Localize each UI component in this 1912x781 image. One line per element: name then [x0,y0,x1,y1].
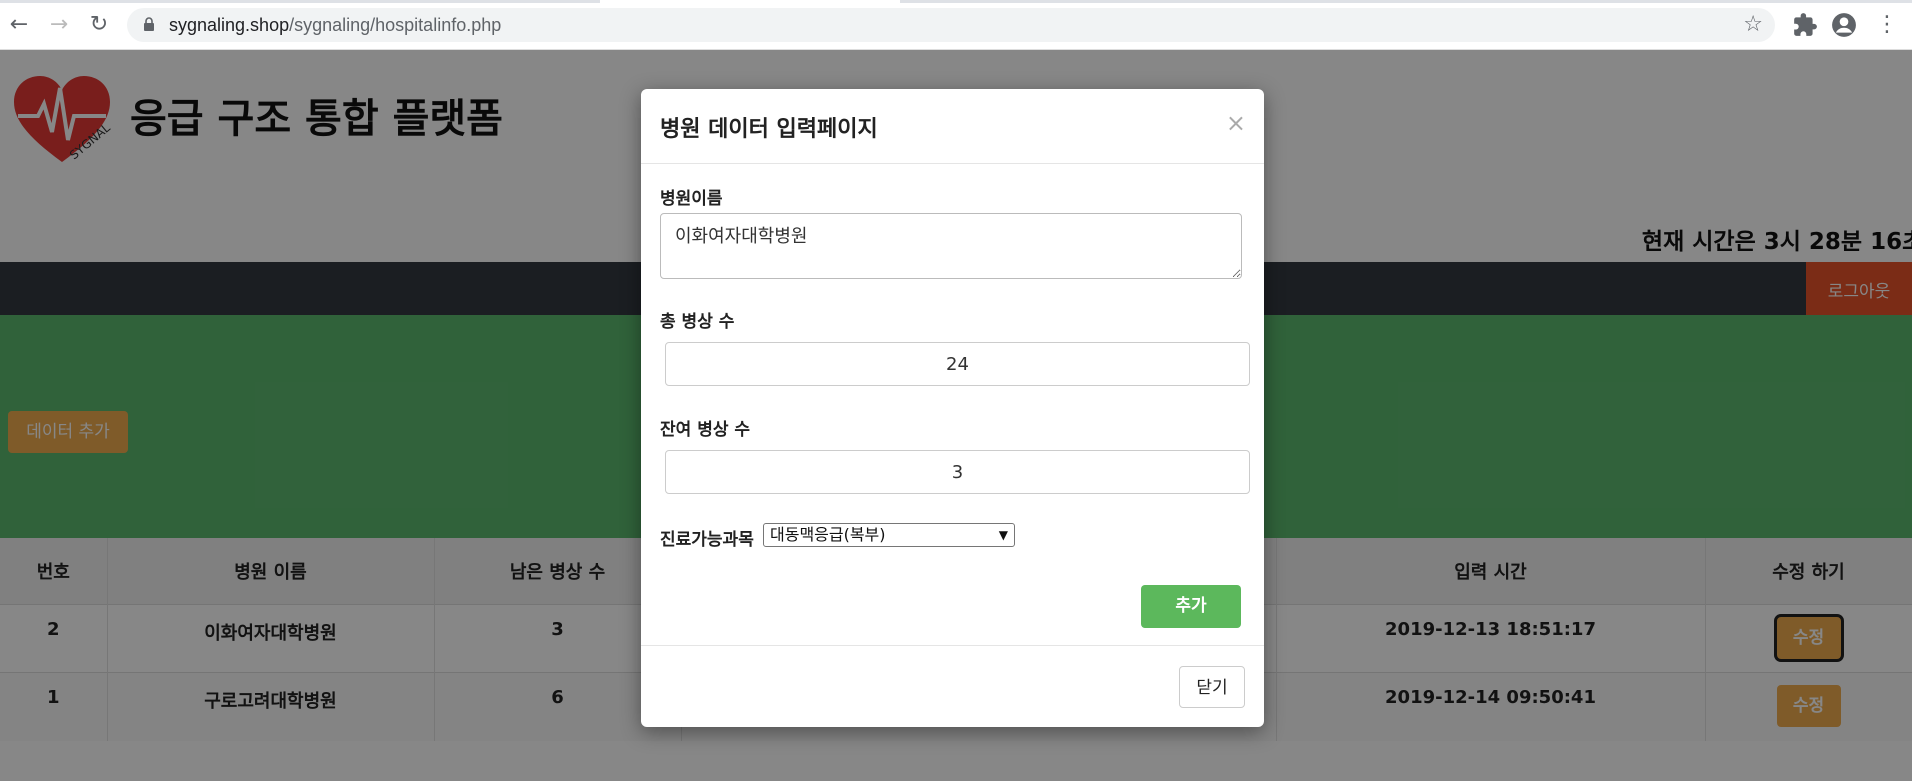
total-beds-label: 총 병상 수 [660,312,735,332]
hospital-name-field[interactable]: 이화여자대학병원 [660,213,1242,279]
total-beds-input[interactable] [665,342,1250,386]
tab-strip [0,0,1912,3]
department-selected-value: 대동맥응급(복부) [770,525,886,544]
modal-footer: 닫기 [641,645,1264,727]
hospital-name-label: 병원이름 [660,189,723,209]
remaining-beds-input[interactable] [665,450,1250,494]
add-submit-button[interactable]: 추가 [1141,585,1241,628]
more-menu-icon[interactable]: ⋮ [1872,10,1902,40]
department-select[interactable]: 대동맥응급(복부) ▼ [763,523,1015,547]
profile-avatar-icon[interactable] [1831,12,1857,38]
back-icon[interactable]: ← [4,10,34,40]
department-label: 진료가능과목 [660,530,754,550]
extensions-puzzle-icon[interactable] [1792,12,1818,38]
close-icon[interactable]: × [1226,111,1246,135]
lock-icon [144,17,154,31]
modal-title: 병원 데이터 입력페이지 [660,117,878,142]
active-tab[interactable] [600,0,900,3]
address-bar[interactable]: sygnaling.shop/sygnaling/hospitalinfo.ph… [127,8,1775,42]
forward-icon[interactable]: → [44,10,74,40]
browser-toolbar: ← → ↻ sygnaling.shop/sygnaling/hospitali… [0,0,1912,50]
url-path: /sygnaling/hospitalinfo.php [289,15,502,35]
hospital-data-modal: 병원 데이터 입력페이지 × 병원이름 이화여자대학병원 총 병상 수 잔여 병… [641,89,1264,727]
remaining-beds-label: 잔여 병상 수 [660,420,751,440]
close-button[interactable]: 닫기 [1179,666,1245,708]
chevron-down-icon: ▼ [998,528,1008,542]
reload-icon[interactable]: ↻ [84,10,114,40]
url-text: sygnaling.shop/sygnaling/hospitalinfo.ph… [169,15,501,36]
bookmark-star-icon[interactable]: ☆ [1743,12,1763,37]
modal-header: 병원 데이터 입력페이지 × [641,89,1264,164]
url-domain: sygnaling.shop [169,15,290,35]
